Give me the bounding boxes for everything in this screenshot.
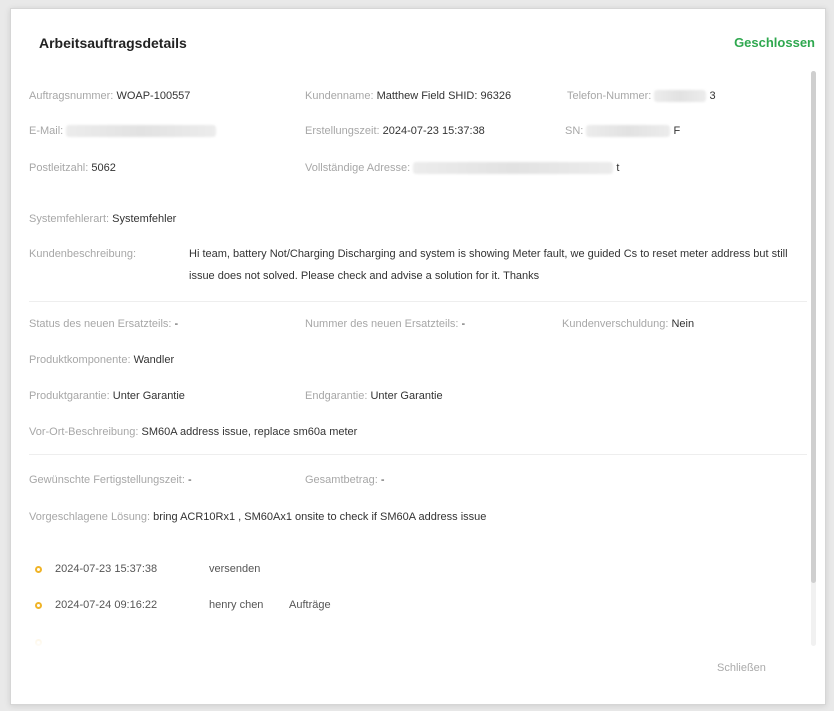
order-number-label: Auftragsnummer: (29, 90, 114, 102)
phone-label: Telefon-Nummer: (567, 90, 652, 102)
order-number-value: WOAP-100557 (116, 90, 191, 102)
timeline-date: 2024-07-23 15:37:38 (55, 563, 158, 575)
timeline-dot-icon (35, 566, 42, 573)
close-button[interactable]: Schließen (711, 661, 772, 675)
new-part-number-field: Nummer des neuen Ersatzteils: - (305, 318, 465, 330)
suggested-solution-field: Vorgeschlagene Lösung: bring ACR10Rx1 , … (29, 511, 486, 523)
onsite-description-value: SM60A address issue, replace sm60a meter (141, 426, 358, 438)
new-part-status-field: Status des neuen Ersatzteils: - (29, 318, 178, 330)
email-field: E-Mail: (29, 125, 217, 138)
created-label: Erstellungszeit: (305, 125, 380, 137)
address-label: Vollständige Adresse: (305, 162, 411, 174)
final-warranty-label: Endgarantie: (305, 390, 368, 402)
new-part-status-label: Status des neuen Ersatzteils: (29, 318, 172, 330)
suggested-solution-value: bring ACR10Rx1 , SM60Ax1 onsite to check… (153, 511, 487, 523)
customer-fault-value: Nein (671, 318, 695, 330)
address-field: Vollständige Adresse: t (305, 162, 620, 175)
phone-value-suffix: 3 (709, 90, 716, 102)
postcode-value: 5062 (91, 162, 116, 174)
total-amount-field: Gesamtbetrag: - (305, 474, 385, 486)
timeline-item: 2024-07-24 09:16:22 henry chen Aufträge (29, 599, 807, 615)
sn-redacted (586, 125, 671, 138)
desired-completion-value: - (187, 474, 192, 486)
fault-type-field: Systemfehlerart: Systemfehler (29, 213, 176, 225)
customer-name-value: Matthew Field SHID: 96326 (376, 90, 512, 102)
final-warranty-value: Unter Garantie (370, 390, 443, 402)
customer-fault-label: Kundenverschuldung: (562, 318, 669, 330)
desired-completion-label: Gewünschte Fertigstellungszeit: (29, 474, 185, 486)
fault-type-label: Systemfehlerart: (29, 213, 110, 225)
timeline-date: 2024-07-24 09:16:22 (55, 599, 158, 611)
desired-completion-field: Gewünschte Fertigstellungszeit: - (29, 474, 192, 486)
timeline-action: versenden (209, 563, 261, 575)
phone-field: Telefon-Nummer: 3 (567, 90, 716, 103)
sn-value-suffix: F (673, 125, 681, 137)
customer-fault-field: Kundenverschuldung: Nein (562, 318, 694, 330)
timeline-user: henry chen (209, 599, 264, 611)
sn-field: SN: F (565, 125, 681, 138)
scrollbar-thumb[interactable] (811, 71, 816, 583)
address-redacted (413, 162, 614, 175)
order-number-field: Auftragsnummer: WOAP-100557 (29, 90, 190, 102)
new-part-number-label: Nummer des neuen Ersatzteils: (305, 318, 459, 330)
new-part-status-value: - (174, 318, 179, 330)
dialog-body: Auftragsnummer: WOAP-100557 Kundenname: … (29, 71, 807, 646)
postcode-field: Postleitzahl: 5062 (29, 162, 116, 174)
component-value: Wandler (133, 354, 175, 366)
component-field: Produktkomponente: Wandler (29, 354, 174, 366)
total-amount-label: Gesamtbetrag: (305, 474, 378, 486)
section-divider (29, 301, 807, 302)
section-divider (29, 454, 807, 455)
timeline-item: 2024-07-23 15:37:38 versenden (29, 563, 807, 579)
onsite-description-field: Vor-Ort-Beschreibung: SM60A address issu… (29, 426, 357, 438)
timeline-dot-icon (35, 602, 42, 609)
customer-name-label: Kundenname: (305, 90, 374, 102)
final-warranty-field: Endgarantie: Unter Garantie (305, 390, 443, 402)
dialog-title: Arbeitsauftragsdetails (39, 35, 187, 51)
suggested-solution-label: Vorgeschlagene Lösung: (29, 511, 151, 523)
new-part-number-value: - (461, 318, 466, 330)
phone-redacted (654, 90, 707, 103)
sn-label: SN: (565, 125, 584, 137)
email-redacted (66, 125, 217, 138)
customer-description-value: Hi team, battery Not/Charging Dischargin… (189, 248, 788, 282)
fault-type-value: Systemfehler (112, 213, 177, 225)
work-order-dialog: Arbeitsauftragsdetails Geschlossen Auftr… (10, 8, 826, 705)
product-warranty-field: Produktgarantie: Unter Garantie (29, 390, 185, 402)
scrollbar[interactable] (811, 71, 816, 646)
scroll-fade (29, 616, 807, 646)
total-amount-value: - (380, 474, 385, 486)
created-value: 2024-07-23 15:37:38 (382, 125, 485, 137)
timeline-action: Aufträge (289, 599, 331, 611)
created-field: Erstellungszeit: 2024-07-23 15:37:38 (305, 125, 485, 137)
email-label: E-Mail: (29, 125, 64, 137)
product-warranty-label: Produktgarantie: (29, 390, 110, 402)
customer-name-field: Kundenname: Matthew Field SHID: 96326 (305, 90, 511, 102)
product-warranty-value: Unter Garantie (112, 390, 185, 402)
onsite-description-label: Vor-Ort-Beschreibung: (29, 426, 139, 438)
component-label: Produktkomponente: (29, 354, 131, 366)
postcode-label: Postleitzahl: (29, 162, 89, 174)
address-value-suffix: t (616, 162, 620, 174)
customer-description-label: Kundenbeschreibung: (29, 248, 137, 260)
status-badge: Geschlossen (734, 35, 815, 50)
